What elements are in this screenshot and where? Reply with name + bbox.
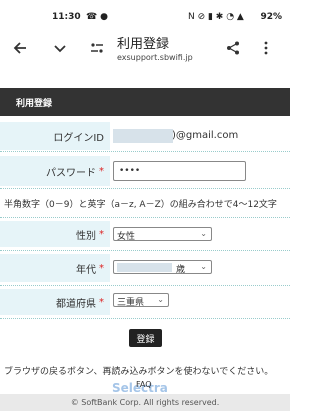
chevron-down-icon: ⌄	[200, 262, 207, 271]
prefecture-label-text: 都道府県	[56, 298, 96, 310]
battery-percent: 92%	[260, 12, 282, 22]
submit-button[interactable]: 登録	[129, 329, 162, 347]
age-select[interactable]: 歳 ⌄	[113, 260, 212, 275]
system-icons: N ⊘ ▮ ✱ ◔ ▲	[188, 12, 244, 22]
prefecture-row: 都道府県 * 三重県 ⌄	[0, 289, 290, 315]
prefecture-select-value: 三重県	[117, 298, 145, 308]
chevron-down-icon: ⌄	[200, 229, 207, 238]
login-id-value: )@gmail.com	[172, 130, 239, 141]
age-row: 年代 * 歳 ⌄	[0, 254, 290, 282]
chevron-down-icon[interactable]	[50, 38, 70, 58]
required-mark: *	[99, 165, 104, 177]
age-suffix: 歳	[176, 265, 186, 275]
share-icon[interactable]	[223, 38, 243, 58]
gender-select[interactable]: 女性 ⌄	[113, 227, 212, 242]
required-mark: *	[99, 296, 104, 308]
password-field[interactable]: ••••	[113, 161, 246, 181]
browser-notice: ブラウザの戻るボタン、再読み込みボタンを使わないでください。	[4, 367, 274, 377]
status-bar: 11:30 ☎ ● N ⊘ ▮ ✱ ◔ ▲ 92%	[0, 0, 290, 30]
form-header: 利用登録	[0, 88, 290, 116]
password-label: パスワード *	[0, 156, 110, 186]
password-row: パスワード * ••••	[0, 156, 290, 186]
password-note: 半角数字（0－9）と英字（a－z, A－Z）の組み合わせで4〜12文字	[4, 200, 277, 210]
age-label-text: 年代	[76, 264, 96, 276]
faq-link[interactable]: FAQ	[136, 380, 152, 389]
prefecture-label: 都道府県 *	[0, 289, 110, 315]
row-divider	[0, 217, 290, 218]
gender-label-text: 性別	[76, 230, 96, 242]
gender-label: 性別 *	[0, 221, 110, 247]
page-url: exsupport.sbwifi.jp	[117, 53, 193, 62]
age-label: 年代 *	[0, 254, 110, 282]
required-mark: *	[99, 228, 104, 240]
form-header-title: 利用登録	[16, 99, 53, 109]
gender-select-value: 女性	[117, 232, 136, 242]
login-id-row: ログインID )@gmail.com	[0, 122, 290, 150]
chevron-down-icon: ⌄	[157, 295, 164, 304]
footer-copyright: © SoftBank Corp. All rights reserved.	[0, 394, 290, 411]
row-divider	[0, 250, 290, 251]
redacted-age	[117, 263, 172, 272]
gender-row: 性別 * 女性 ⌄	[0, 221, 290, 247]
signal-icons: ☎ ●	[86, 12, 108, 22]
row-divider	[0, 285, 290, 286]
back-arrow-icon[interactable]	[10, 38, 30, 58]
login-id-label: ログインID	[0, 122, 110, 150]
required-mark: *	[99, 262, 104, 274]
prefecture-select[interactable]: 三重県 ⌄	[113, 293, 169, 308]
password-label-text: パスワード	[46, 167, 96, 179]
more-vert-icon[interactable]	[256, 38, 276, 58]
login-id-label-text: ログインID	[53, 132, 104, 144]
status-time: 11:30	[52, 12, 81, 22]
page-title: 利用登録	[117, 37, 170, 52]
row-divider	[0, 188, 290, 189]
site-settings-icon[interactable]	[87, 38, 107, 58]
redacted-login-id	[113, 129, 173, 143]
row-divider	[0, 151, 290, 152]
row-divider	[0, 318, 290, 319]
